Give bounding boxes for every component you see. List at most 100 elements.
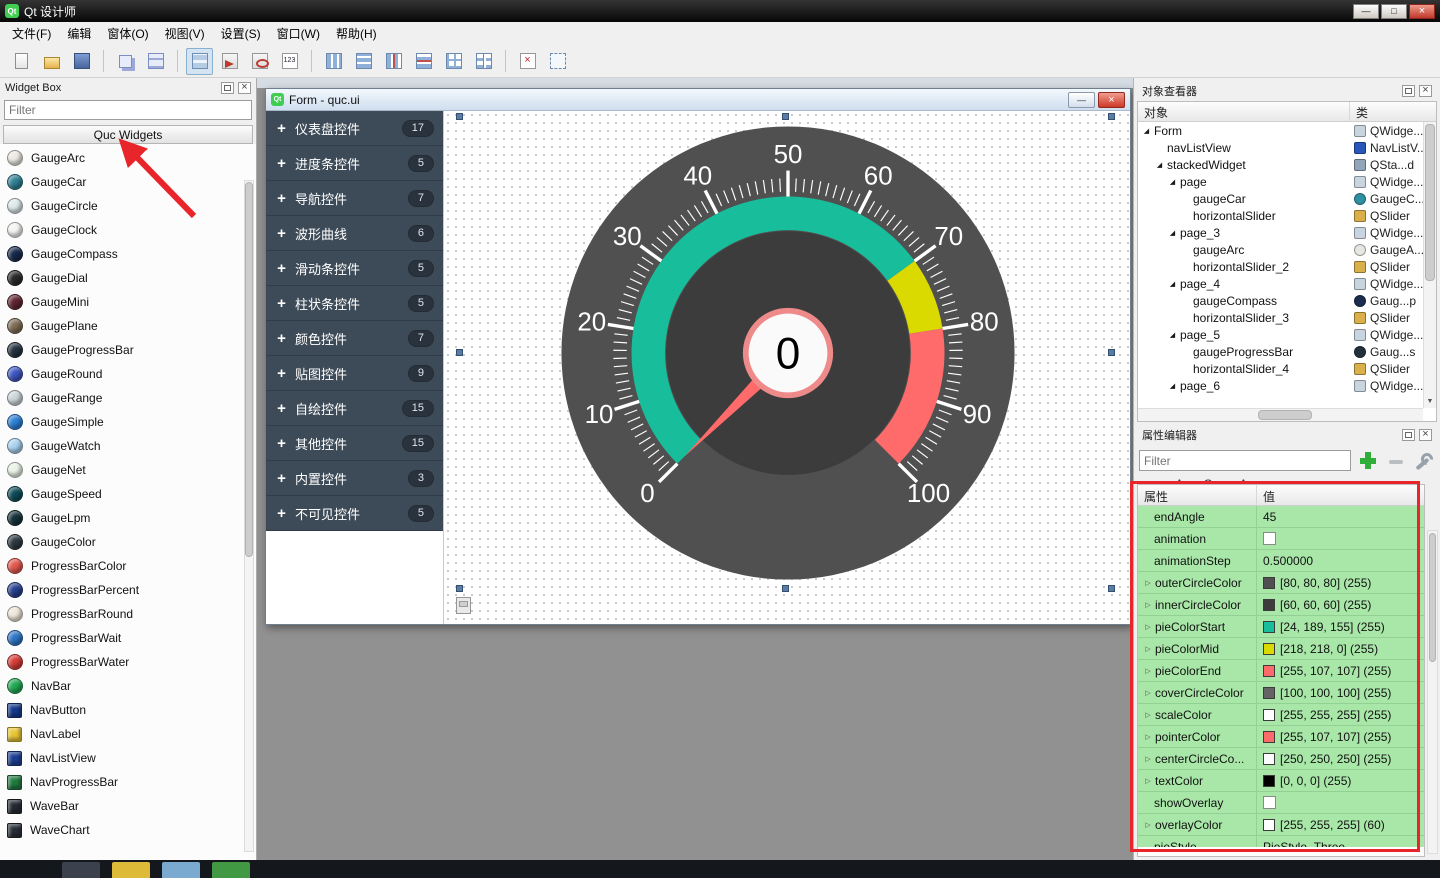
gauge-arc-widget[interactable]: 01020304050607080901000 [548, 113, 1028, 593]
widget-item[interactable]: GaugePlane [0, 314, 256, 338]
property-row[interactable]: showOverlay [1138, 792, 1424, 814]
float-panel-icon[interactable] [221, 82, 234, 94]
add-dynamic-property-button[interactable] [1357, 451, 1379, 471]
expand-arrow[interactable]: ▷ [1143, 777, 1153, 785]
expand-arrow[interactable]: ▷ [1143, 623, 1153, 631]
property-row[interactable]: ▷overlayColor[255, 255, 255] (60) [1138, 814, 1424, 836]
taskbar-item[interactable] [212, 862, 250, 878]
close-button[interactable]: × [1409, 4, 1435, 19]
checkbox-unchecked[interactable] [1263, 532, 1276, 545]
adjust-size-button[interactable] [544, 48, 571, 75]
property-value[interactable]: [250, 250, 250] (255) [1257, 748, 1424, 769]
object-row[interactable]: ◢FormQWidge... [1138, 122, 1423, 139]
cascade-windows-button[interactable] [112, 48, 139, 75]
widget-item[interactable]: GaugeDial [0, 266, 256, 290]
selection-handle[interactable] [456, 585, 463, 592]
break-layout-button[interactable] [514, 48, 541, 75]
widget-item[interactable]: GaugeArc [0, 146, 256, 170]
property-row[interactable]: ▷innerCircleColor[60, 60, 60] (255) [1138, 594, 1424, 616]
widget-item[interactable]: ProgressBarPercent [0, 578, 256, 602]
widget-item[interactable]: GaugeWatch [0, 434, 256, 458]
remove-dynamic-property-button[interactable] [1385, 451, 1407, 471]
edit-signals-slots-button[interactable] [216, 48, 243, 75]
property-value[interactable]: [0, 0, 0] (255) [1257, 770, 1424, 791]
nav-item[interactable]: +滑动条控件5 [266, 251, 443, 286]
property-filter-input[interactable] [1139, 450, 1351, 471]
object-row[interactable]: gaugeCompassGaug...p [1138, 292, 1423, 309]
property-row[interactable]: ▷scaleColor[255, 255, 255] (255) [1138, 704, 1424, 726]
widget-item[interactable]: GaugeCircle [0, 194, 256, 218]
property-row[interactable]: ▷outerCircleColor[80, 80, 80] (255) [1138, 572, 1424, 594]
slider-widget-partial[interactable] [456, 597, 471, 614]
new-form-button[interactable] [8, 48, 35, 75]
property-row[interactable]: endAngle45 [1138, 506, 1424, 528]
widget-item[interactable]: WaveBar [0, 794, 256, 818]
taskbar-item[interactable] [62, 862, 100, 878]
layout-splitter-vertical-button[interactable] [410, 48, 437, 75]
widget-box-scrollbar[interactable] [244, 180, 254, 852]
scrollbar-thumb[interactable] [245, 182, 253, 557]
layout-horizontal-button[interactable] [320, 48, 347, 75]
expand-arrow[interactable]: ▷ [1143, 755, 1153, 763]
expand-arrow[interactable]: ▷ [1143, 733, 1153, 741]
close-panel-icon[interactable] [238, 82, 251, 94]
edit-buddies-button[interactable] [246, 48, 273, 75]
column-header-class[interactable]: 类 [1350, 102, 1374, 121]
widget-item[interactable]: GaugeMini [0, 290, 256, 314]
expand-arrow[interactable]: ◢ [1168, 331, 1177, 339]
object-tree-vscrollbar[interactable]: ▼ [1423, 122, 1436, 408]
object-row[interactable]: ◢page_3QWidge... [1138, 224, 1423, 241]
nav-item[interactable]: +贴图控件9 [266, 356, 443, 391]
menu-item[interactable]: 窗口(W) [269, 22, 328, 45]
close-panel-icon[interactable] [1419, 429, 1432, 441]
scrollbar-thumb[interactable] [1425, 124, 1435, 281]
property-value[interactable]: 45 [1257, 506, 1424, 527]
layout-vertical-button[interactable] [350, 48, 377, 75]
scroll-down-icon[interactable]: ▼ [1424, 396, 1436, 408]
widget-filter-input[interactable] [4, 100, 252, 120]
maximize-button[interactable]: □ [1381, 4, 1407, 19]
nav-item[interactable]: +进度条控件5 [266, 146, 443, 181]
property-row[interactable]: ▷pieColorStart[24, 189, 155] (255) [1138, 616, 1424, 638]
expand-arrow[interactable]: ◢ [1142, 127, 1151, 135]
configure-property-editor-icon[interactable] [1413, 451, 1435, 471]
property-value[interactable] [1257, 792, 1424, 813]
expand-arrow[interactable]: ◢ [1168, 382, 1177, 390]
object-row[interactable]: ◢stackedWidgetQSta...d [1138, 156, 1423, 173]
property-table-scrollbar[interactable] [1427, 530, 1438, 854]
selection-handle[interactable] [456, 349, 463, 356]
nav-item[interactable]: +波形曲线6 [266, 216, 443, 251]
expand-arrow[interactable]: ◢ [1155, 161, 1164, 169]
object-row[interactable]: horizontalSlider_2QSlider [1138, 258, 1423, 275]
object-tree-hscrollbar[interactable] [1138, 408, 1423, 421]
nav-item[interactable]: +内置控件3 [266, 461, 443, 496]
selection-handle[interactable] [1108, 349, 1115, 356]
scrollbar-thumb[interactable] [1429, 533, 1436, 662]
form-canvas[interactable]: 01020304050607080901000 [444, 111, 1130, 624]
widget-item[interactable]: ProgressBarWait [0, 626, 256, 650]
property-value[interactable]: [100, 100, 100] (255) [1257, 682, 1424, 703]
property-row[interactable]: ▷pieColorEnd[255, 107, 107] (255) [1138, 660, 1424, 682]
nav-item[interactable]: +导航控件7 [266, 181, 443, 216]
minimize-button[interactable]: — [1353, 4, 1379, 19]
widget-item[interactable]: NavButton [0, 698, 256, 722]
object-row[interactable]: ◢pageQWidge... [1138, 173, 1423, 190]
widget-item[interactable]: GaugeClock [0, 218, 256, 242]
widget-item[interactable]: NavListView [0, 746, 256, 770]
menu-item[interactable]: 编辑 [59, 22, 99, 45]
property-value[interactable] [1257, 528, 1424, 549]
window-titlebar[interactable]: Qt 设计师 —□× [0, 0, 1440, 22]
widget-item[interactable]: GaugeRound [0, 362, 256, 386]
property-row[interactable]: pieStylePieStyle_Three [1138, 836, 1424, 847]
selection-handle[interactable] [456, 113, 463, 120]
widget-item[interactable]: NavBar [0, 674, 256, 698]
nav-item[interactable]: +颜色控件7 [266, 321, 443, 356]
tile-windows-button[interactable] [142, 48, 169, 75]
layout-grid-button[interactable] [440, 48, 467, 75]
widget-item[interactable]: GaugeNet [0, 458, 256, 482]
widget-item[interactable]: GaugeCompass [0, 242, 256, 266]
selection-handle[interactable] [1108, 585, 1115, 592]
widget-item[interactable]: GaugeSimple [0, 410, 256, 434]
property-value[interactable]: [24, 189, 155] (255) [1257, 616, 1424, 637]
property-value[interactable]: PieStyle_Three [1257, 836, 1424, 847]
